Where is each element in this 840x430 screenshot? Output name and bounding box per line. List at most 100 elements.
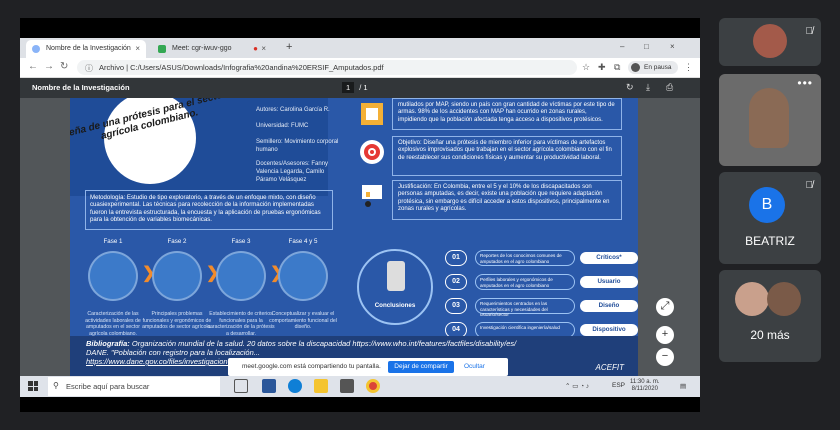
windows-start-icon[interactable]: [28, 381, 38, 391]
participant-video: [749, 88, 789, 148]
address-bar: ← → ↻ ⓘ Archivo | C:/Users/ASUS/Download…: [20, 58, 700, 78]
seedbed-text: Semillero: Movimiento corporal humano: [256, 139, 339, 153]
page-total: / 1: [359, 83, 368, 92]
more-participants-tile[interactable]: 20 más: [719, 270, 821, 362]
avatar: [767, 282, 801, 316]
close-tab-icon[interactable]: ×: [135, 44, 140, 53]
page-indicator: 1 / 1: [342, 82, 368, 93]
close-tab-icon[interactable]: ×: [261, 44, 266, 53]
minimize-button[interactable]: –: [620, 42, 624, 51]
share-notice-text: meet.google.com está compartiendo tu pan…: [242, 363, 381, 370]
bibliography-ref: DANE. "Población con registro para la lo…: [86, 348, 260, 357]
profile-button[interactable]: En pausa: [628, 61, 678, 74]
screen-share-notice: meet.google.com está compartiendo tu pan…: [228, 358, 508, 376]
tab-meet[interactable]: Meet: cgr-iwuv-ggo ● ×: [152, 40, 272, 58]
close-window-button[interactable]: ×: [670, 42, 675, 51]
phase-3-desc: Establecimiento de criterios funcionales…: [207, 311, 275, 337]
profile-status: En pausa: [644, 64, 672, 71]
chrome-icon[interactable]: [366, 379, 380, 393]
puzzle-head-icon: [361, 103, 383, 125]
notifications-icon[interactable]: ▤: [680, 382, 686, 390]
conclusion-number: 02: [445, 274, 467, 290]
methodology-box: Metodología: Estudio de tipo exploratori…: [85, 190, 333, 230]
conclusion-tag: Dispositivo: [580, 324, 638, 336]
info-icon: ⓘ: [85, 64, 93, 73]
phase-3-image: [216, 251, 266, 301]
participant-video-tile[interactable]: •••: [719, 74, 821, 166]
tab-investigacion[interactable]: Nombre de la Investigación ×: [26, 40, 146, 58]
pdf-toolbar: Nombre de la Investigación 1 / 1 ↻ ⤓ ⎙: [20, 78, 700, 98]
conclusion-text: Reportes de los conocimos comunes de amp…: [475, 250, 575, 266]
search-placeholder: Escribe aquí para buscar: [66, 382, 150, 391]
maximize-button[interactable]: □: [644, 42, 649, 51]
browser-tab-bar: Nombre de la Investigación × Meet: cgr-i…: [20, 38, 700, 58]
fit-page-button[interactable]: ⤢: [656, 298, 674, 316]
print-icon[interactable]: ⎙: [666, 82, 673, 93]
mic-off-icon: 🎙̸: [805, 180, 814, 191]
task-view-icon[interactable]: [234, 379, 248, 393]
shared-screen: Nombre de la Investigación × Meet: cgr-i…: [20, 18, 700, 412]
phase-2-label: Fase 2: [167, 238, 187, 245]
download-icon[interactable]: ⤓: [646, 82, 650, 93]
store-icon[interactable]: [340, 379, 354, 393]
prosthesis-image: [387, 261, 405, 291]
conclusions-label: Conclusiones: [374, 302, 416, 309]
taskbar-search[interactable]: ⚲ Escribe aquí para buscar: [48, 377, 220, 396]
conclusion-text: Perfiles laborales y ergonómicos de ampu…: [475, 274, 575, 290]
phase-1-label: Fase 1: [103, 238, 123, 245]
language-indicator[interactable]: ESP: [612, 382, 625, 389]
avatar: [753, 24, 787, 58]
bibliography-ref: Organización mundial de la salud. 20 dat…: [131, 339, 517, 348]
authors-block: Autores: Carolina García R. Universidad:…: [256, 106, 346, 184]
url-field[interactable]: ⓘ Archivo | C:/Users/ASUS/Downloads/Info…: [77, 60, 577, 75]
presentation-icon: [362, 185, 382, 207]
forward-icon[interactable]: →: [44, 61, 54, 72]
puzzle-icon[interactable]: ⧉: [614, 62, 620, 73]
menu-icon[interactable]: ⋮: [684, 62, 693, 73]
new-tab-button[interactable]: +: [286, 41, 292, 53]
tray-icons[interactable]: ⌃ ▭ ◔ ♪: [565, 382, 589, 390]
authors-text: Autores: Carolina García R.: [256, 107, 330, 113]
university-text: Universidad: FUMC: [256, 123, 309, 129]
pdf-title: Nombre de la Investigación: [32, 83, 130, 92]
tab-label: Nombre de la Investigación: [46, 45, 131, 52]
star-icon[interactable]: ☆: [582, 62, 590, 73]
more-count: 20 más: [750, 328, 790, 342]
target-icon: [360, 140, 384, 164]
reload-icon[interactable]: ↻: [60, 61, 68, 72]
conclusion-number: 03: [445, 298, 467, 314]
globe-icon: [32, 45, 40, 53]
hide-button[interactable]: Ocultar: [464, 363, 485, 370]
justification-box: Justificación: En Colombia, entre el 5 y…: [392, 180, 622, 220]
advisors-text: Docentes/Asesores: Fanny Valencia Legard…: [256, 161, 329, 183]
more-options-icon[interactable]: •••: [797, 76, 813, 90]
phase-1-desc: Caracterización de las actividades labor…: [85, 311, 141, 337]
extensions-icon[interactable]: ✚: [598, 62, 606, 73]
conclusions-circle: Conclusiones: [357, 249, 433, 325]
bibliography-title: Bibliografía:: [86, 339, 130, 348]
rotate-icon[interactable]: ↻: [626, 82, 634, 93]
participant-tile[interactable]: 🎙̸: [719, 18, 821, 66]
back-icon[interactable]: ←: [28, 61, 38, 72]
tab-label: Meet: cgr-iwuv-ggo: [172, 45, 232, 52]
participant-tile-beatriz[interactable]: 🎙̸ B BEATRIZ: [719, 172, 821, 264]
avatar: B: [749, 187, 785, 223]
participant-name: BEATRIZ: [745, 234, 795, 248]
stop-sharing-button[interactable]: Dejar de compartir: [388, 361, 454, 373]
acefit-logo: ACEFIT: [595, 363, 624, 372]
word-icon[interactable]: [262, 379, 276, 393]
zoom-in-button[interactable]: +: [656, 326, 674, 344]
phase-1-image: [88, 251, 138, 301]
url-text: Archivo | C:/Users/ASUS/Downloads/Infogr…: [99, 63, 384, 72]
conclusion-tag: Críticos*: [580, 252, 638, 264]
pdf-viewer[interactable]: eña de una prótesis para el sector agríc…: [20, 98, 700, 376]
edge-icon[interactable]: [288, 379, 302, 393]
clock[interactable]: 11:30 a. m. 8/11/2020: [630, 379, 660, 393]
phase-2-desc: Principales problemas funcionales y ergo…: [142, 311, 212, 330]
page-number-input[interactable]: 1: [342, 82, 355, 93]
conclusion-text: Requerimientos centrados en las caracter…: [475, 298, 575, 317]
file-explorer-icon[interactable]: [314, 379, 328, 393]
zoom-out-button[interactable]: −: [656, 348, 674, 366]
conclusion-tag: Usuario: [580, 276, 638, 288]
meet-icon: [158, 45, 166, 53]
